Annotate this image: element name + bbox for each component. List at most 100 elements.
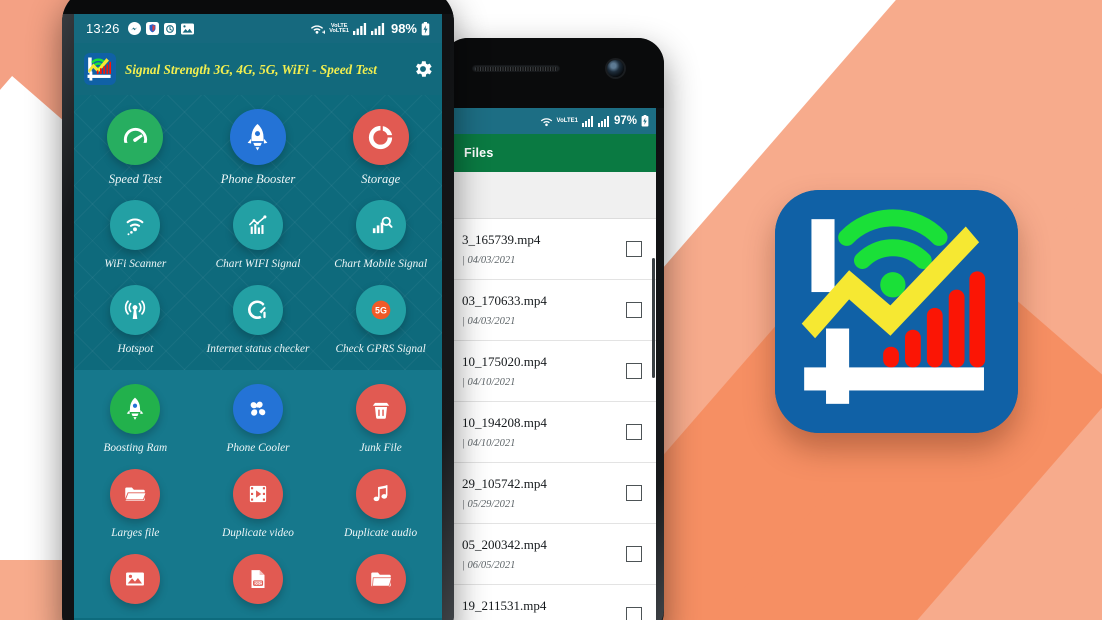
gallery-icon bbox=[180, 23, 194, 34]
tool-icon-bubble bbox=[352, 109, 409, 165]
vertical-scrollbar[interactable] bbox=[652, 258, 655, 378]
signal-bars-icon bbox=[597, 115, 609, 127]
app-title: Signal Strength 3G, 4G, 5G, WiFi - Speed… bbox=[125, 61, 377, 77]
file-date: | 06/05/2021 bbox=[462, 560, 516, 571]
tool-icon-bubble bbox=[232, 384, 283, 434]
wifi-icon bbox=[540, 117, 552, 126]
tool-item-phone-cooler[interactable]: Phone Cooler bbox=[197, 376, 320, 461]
file-meta: 19_211531.mp4| 06/10/2021 bbox=[462, 598, 626, 620]
volte-indicator: VoLTE VoLTE1 bbox=[329, 22, 349, 34]
table-row[interactable]: 10_194208.mp4 | 04/10/2021 bbox=[450, 402, 656, 463]
tool-item-chart-wifi-signal[interactable]: Chart WIFI Signal bbox=[197, 192, 320, 277]
tool-item-check-gprs-signal[interactable]: 5G Check GPRS Signal bbox=[319, 277, 442, 362]
files-status-bar: VoLTE1 97% bbox=[450, 108, 656, 134]
file-checkbox[interactable] bbox=[626, 546, 642, 562]
file-name: 3_165739.mp4 bbox=[462, 232, 541, 247]
gauge-icon bbox=[245, 297, 271, 323]
files-title: Files bbox=[464, 146, 494, 160]
tool-icon-bubble: 5G bbox=[355, 285, 406, 335]
tool-icon-bubble bbox=[110, 554, 161, 604]
file-date: | 05/29/2021 bbox=[462, 499, 516, 510]
tool-item-larges-file[interactable]: Larges file bbox=[74, 461, 197, 546]
donut-chart-icon bbox=[365, 122, 396, 153]
table-row[interactable]: 10_175020.mp4 | 04/10/2021 bbox=[450, 341, 656, 402]
tool-label: WiFi Scanner bbox=[104, 258, 167, 270]
fan-icon bbox=[245, 396, 271, 422]
file-checkbox[interactable] bbox=[626, 607, 642, 620]
earpiece-speaker-icon bbox=[472, 65, 560, 72]
wifi-scan-icon bbox=[122, 212, 148, 238]
file-checkbox[interactable] bbox=[626, 241, 642, 257]
table-row[interactable]: 3_165739.mp4 | 04/03/2021 bbox=[450, 219, 656, 280]
tool-icon-bubble bbox=[110, 285, 161, 335]
tool-item-speed-test[interactable]: Speed Test bbox=[74, 101, 197, 192]
tools-grid-network: Speed Test Phone Booster Storage WiFi Scann… bbox=[74, 101, 442, 362]
tool-item-unlabeled-7[interactable]: DOC bbox=[197, 546, 320, 610]
tool-label: Larges file bbox=[111, 527, 160, 539]
signal-bars-icon bbox=[352, 22, 367, 35]
tool-item-duplicate-audio[interactable]: Duplicate audio bbox=[319, 461, 442, 546]
table-row[interactable]: 05_200342.mp4 | 06/05/2021 bbox=[450, 524, 656, 585]
files-toolbar-strip[interactable] bbox=[450, 172, 656, 219]
tool-label: Boosting Ram bbox=[103, 442, 168, 454]
file-meta: 03_170633.mp4 | 04/03/2021 bbox=[462, 293, 626, 327]
tool-icon-bubble bbox=[232, 469, 283, 519]
tool-icon-bubble bbox=[355, 384, 406, 434]
tool-item-storage[interactable]: Storage bbox=[319, 101, 442, 192]
file-checkbox[interactable] bbox=[626, 485, 642, 501]
line-chart-icon bbox=[245, 212, 271, 238]
tool-item-internet-status-checker[interactable]: Internet status checker bbox=[197, 277, 320, 362]
table-row[interactable]: 03_170633.mp4 | 04/03/2021 bbox=[450, 280, 656, 341]
tool-item-chart-mobile-signal[interactable]: Chart Mobile Signal bbox=[319, 192, 442, 277]
tool-item-junk-file[interactable]: Junk File bbox=[319, 376, 442, 461]
tools-grid-cleaner: Boosting Ram Phone Cooler Junk File Larges … bbox=[74, 376, 442, 610]
app-logo-icon bbox=[84, 53, 116, 85]
tool-item-unlabeled-8[interactable] bbox=[319, 546, 442, 610]
folder-open-icon bbox=[122, 481, 148, 507]
tool-icon-bubble bbox=[229, 109, 286, 165]
phone-device-main: 13:26 VoLTE VoLTE1 98% Signal Strength 3… bbox=[62, 0, 454, 620]
tool-item-unlabeled-6[interactable] bbox=[74, 546, 197, 610]
tool-label: Chart Mobile Signal bbox=[334, 258, 428, 270]
tool-item-wifi-scanner[interactable]: WiFi Scanner bbox=[74, 192, 197, 277]
file-checkbox[interactable] bbox=[626, 363, 642, 379]
tool-label: Check GPRS Signal bbox=[335, 343, 426, 355]
main-status-bar: 13:26 VoLTE VoLTE1 98% bbox=[74, 14, 442, 43]
tool-item-duplicate-video[interactable]: Duplicate video bbox=[197, 461, 320, 546]
file-date: | 04/03/2021 bbox=[462, 316, 516, 327]
gear-icon[interactable] bbox=[412, 58, 434, 80]
file-name: 10_194208.mp4 bbox=[462, 415, 547, 430]
hotspot-icon bbox=[122, 297, 148, 323]
file-date: | 04/10/2021 bbox=[462, 438, 516, 449]
messenger-icon bbox=[127, 22, 141, 35]
file-meta: 29_105742.mp4 | 05/29/2021 bbox=[462, 476, 626, 510]
app-header: Signal Strength 3G, 4G, 5G, WiFi - Speed… bbox=[74, 43, 442, 95]
tool-icon-bubble bbox=[355, 200, 406, 250]
battery-charging-icon bbox=[421, 21, 430, 35]
tool-item-boosting-ram[interactable]: Boosting Ram bbox=[74, 376, 197, 461]
table-row[interactable]: 29_105742.mp4 | 05/29/2021 bbox=[450, 463, 656, 524]
tool-item-hotspot[interactable]: Hotspot bbox=[74, 277, 197, 362]
table-row[interactable]: 19_211531.mp4| 06/10/2021 bbox=[450, 585, 656, 620]
tool-label: Duplicate video bbox=[222, 527, 294, 539]
volte-indicator: VoLTE1 bbox=[556, 117, 578, 124]
phone-top-bezel bbox=[442, 38, 664, 108]
file-meta: 10_194208.mp4 | 04/10/2021 bbox=[462, 415, 626, 449]
files-list[interactable]: 3_165739.mp4 | 04/03/2021 03_170633.mp4 | 0… bbox=[450, 219, 656, 620]
tool-icon-bubble bbox=[107, 109, 164, 165]
tool-label: Chart WIFI Signal bbox=[215, 258, 301, 270]
music-note-icon bbox=[368, 481, 394, 507]
tool-item-phone-booster[interactable]: Phone Booster bbox=[197, 101, 320, 192]
file-meta: 10_175020.mp4 | 04/10/2021 bbox=[462, 354, 626, 388]
file-name: 19_211531.mp4 bbox=[462, 598, 547, 613]
clock-icon bbox=[163, 22, 176, 35]
rocket-icon bbox=[122, 396, 148, 422]
file-date: | 04/10/2021 bbox=[462, 377, 516, 388]
battery-percent: 98% bbox=[390, 21, 417, 36]
tool-icon-bubble bbox=[355, 554, 406, 604]
file-checkbox[interactable] bbox=[626, 424, 642, 440]
film-play-icon bbox=[245, 481, 271, 507]
file-checkbox[interactable] bbox=[626, 302, 642, 318]
files-app-bar: Files bbox=[450, 134, 656, 172]
rocket-icon bbox=[242, 122, 273, 153]
